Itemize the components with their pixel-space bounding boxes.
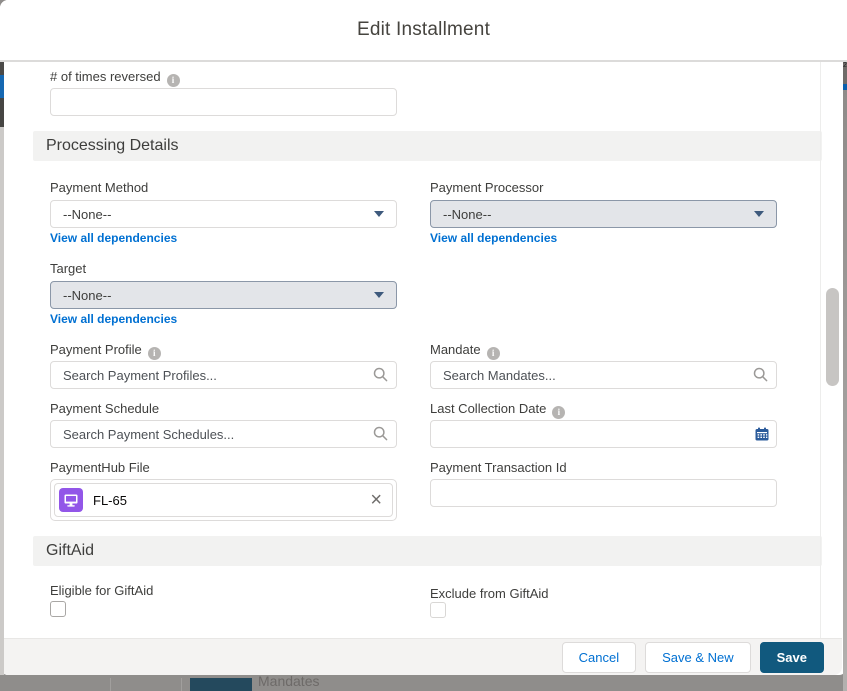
section-processing-details: Processing Details <box>33 131 822 161</box>
save-and-new-button[interactable]: Save & New <box>645 642 751 673</box>
edit-installment-modal: Edit Installment # of times reversedi Pr… <box>0 0 847 675</box>
mandate-label: Mandatei <box>430 342 500 360</box>
payment-schedule-label: Payment Schedule <box>50 401 159 416</box>
payment-profile-search-input[interactable] <box>50 361 397 389</box>
search-icon <box>753 367 768 387</box>
exclude-giftaid-checkbox[interactable] <box>430 602 446 618</box>
info-icon[interactable]: i <box>167 74 180 87</box>
backdrop-blue-bar <box>0 75 4 98</box>
payment-method-value: --None-- <box>63 207 374 222</box>
times-reversed-label: # of times reversedi <box>50 69 180 87</box>
modal-footer: Cancel Save & New Save <box>0 638 842 675</box>
payment-processor-select[interactable]: --None-- <box>430 200 777 228</box>
scroll-track-divider <box>820 62 821 638</box>
modal-title: Edit Installment <box>0 0 847 60</box>
cancel-button[interactable]: Cancel <box>562 642 636 673</box>
last-collection-date-label: Last Collection Datei <box>430 401 565 419</box>
paymenthub-file-pill[interactable]: FL-65 × <box>54 483 393 517</box>
custom-object-icon <box>59 488 83 512</box>
info-icon[interactable]: i <box>148 347 161 360</box>
backdrop-column-divider <box>110 678 111 691</box>
chevron-down-icon <box>754 211 764 217</box>
payment-profile-label: Payment Profilei <box>50 342 161 360</box>
backdrop-right-edge: 2. <box>843 62 847 691</box>
eligible-giftaid-label: Eligible for GiftAid <box>50 583 153 598</box>
screen: Mandates Edit Installment # of times rev… <box>0 0 847 691</box>
search-icon <box>373 367 388 387</box>
chevron-down-icon <box>374 211 384 217</box>
mandate-search-input[interactable] <box>430 361 777 389</box>
save-button[interactable]: Save <box>760 642 824 673</box>
payment-processor-dependencies-link[interactable]: View all dependencies <box>430 231 557 245</box>
paymenthub-file-lookup: FL-65 × <box>50 479 397 521</box>
section-title: Processing Details <box>33 131 822 161</box>
search-icon <box>373 426 388 446</box>
backdrop-active-tab <box>190 678 252 691</box>
payment-transaction-id-label: Payment Transaction Id <box>430 460 567 475</box>
remove-icon[interactable]: × <box>370 490 382 510</box>
payment-transaction-id-input[interactable] <box>430 479 777 507</box>
target-select[interactable]: --None-- <box>50 281 397 309</box>
times-reversed-input[interactable] <box>50 88 397 116</box>
paymenthub-file-label: PaymentHub File <box>50 460 150 475</box>
payment-processor-label: Payment Processor <box>430 180 543 195</box>
chevron-down-icon <box>374 292 384 298</box>
backdrop-bottom: Mandates <box>0 675 847 691</box>
section-giftaid: GiftAid <box>33 536 822 566</box>
payment-processor-value: --None-- <box>443 207 754 222</box>
backdrop-tab-label: Mandates <box>258 673 319 689</box>
last-collection-date-input[interactable] <box>430 420 777 448</box>
payment-method-dependencies-link[interactable]: View all dependencies <box>50 231 177 245</box>
target-dependencies-link[interactable]: View all dependencies <box>50 312 177 326</box>
eligible-giftaid-checkbox[interactable] <box>50 601 66 617</box>
pill-label: FL-65 <box>93 493 370 508</box>
target-label: Target <box>50 261 86 276</box>
exclude-giftaid-label: Exclude from GiftAid <box>430 586 549 601</box>
payment-schedule-search-input[interactable] <box>50 420 397 448</box>
payment-method-select[interactable]: --None-- <box>50 200 397 228</box>
backdrop-column-divider <box>181 678 182 691</box>
scrollbar-thumb[interactable] <box>826 288 839 386</box>
info-icon[interactable]: i <box>487 347 500 360</box>
backdrop-left-edge <box>0 62 4 675</box>
info-icon[interactable]: i <box>552 406 565 419</box>
modal-header: Edit Installment <box>0 0 847 62</box>
backdrop-edge-text: 2. <box>843 62 847 84</box>
calendar-icon[interactable] <box>755 427 769 446</box>
target-value: --None-- <box>63 288 374 303</box>
payment-method-label: Payment Method <box>50 180 148 195</box>
section-title: GiftAid <box>33 536 822 566</box>
